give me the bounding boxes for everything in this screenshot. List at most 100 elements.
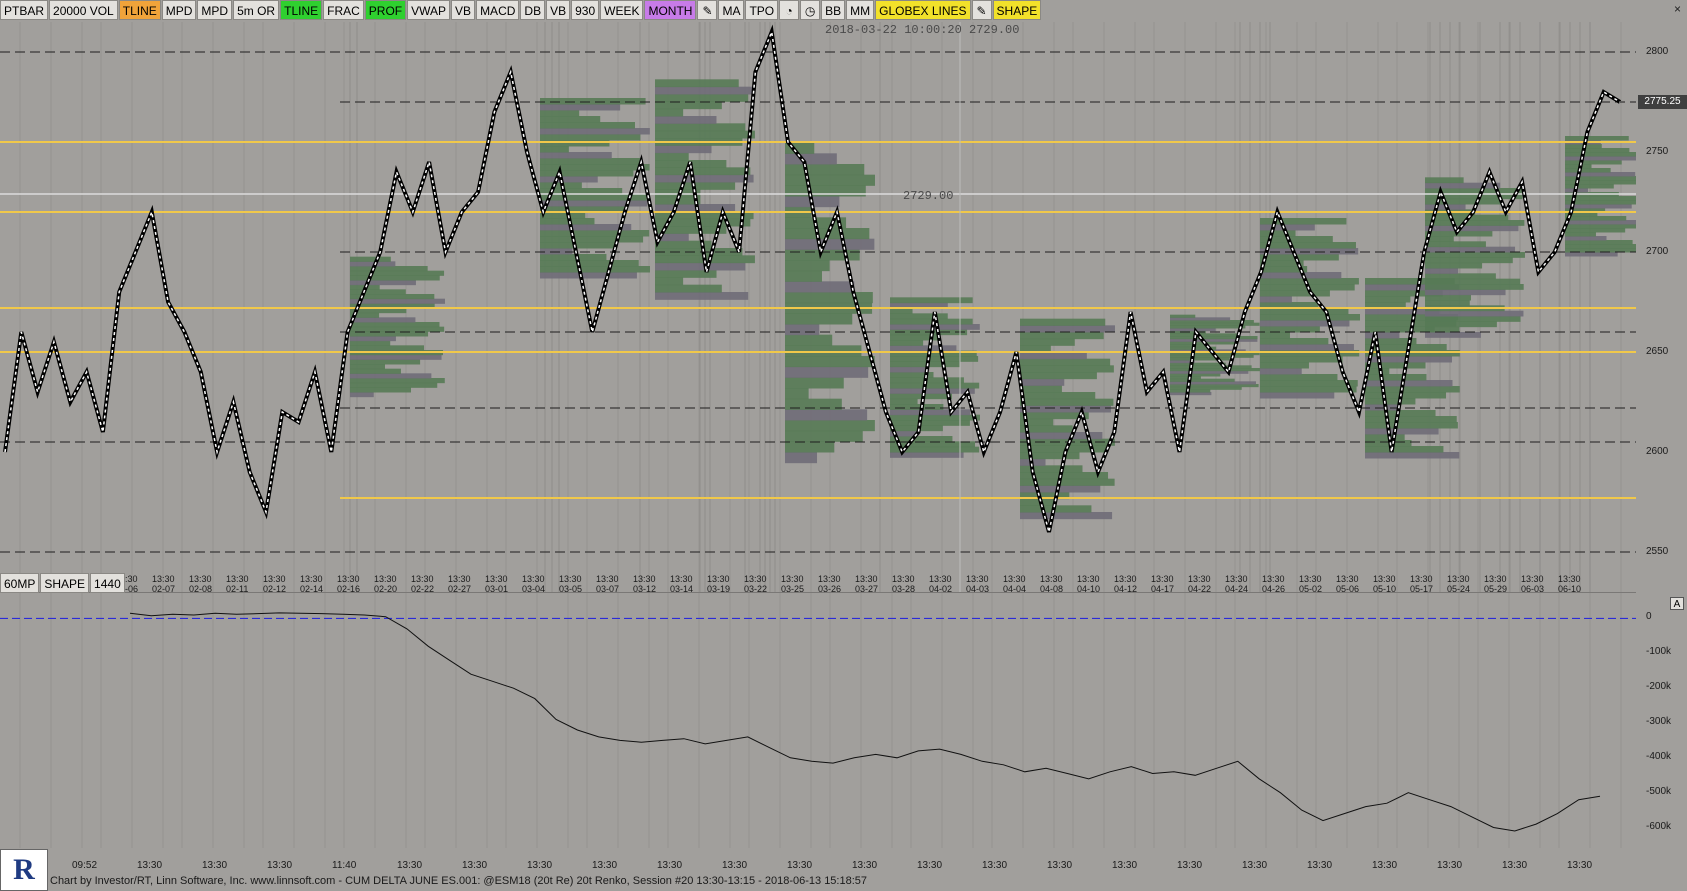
toolbar-button-5m-or[interactable]: 5m OR	[233, 0, 280, 20]
profile-bar	[1425, 262, 1483, 269]
session-date-label: 02-22	[411, 584, 434, 592]
session-time-label: 13:30	[633, 574, 656, 584]
session-date-label: 04-04	[1003, 584, 1026, 592]
pencil-icon[interactable]: ✎	[971, 0, 992, 20]
profile-bar	[1365, 386, 1460, 393]
toolbar-button-ptbar[interactable]: PTBAR	[0, 0, 49, 20]
toolbar-button-month[interactable]: MONTH	[644, 0, 697, 20]
toolbar-button-globex-lines[interactable]: GLOBEX LINES	[875, 0, 971, 20]
toolbar-button-db[interactable]: DB	[520, 0, 546, 20]
toolbar-button-mpd[interactable]: MPD	[161, 0, 197, 20]
pencil-icon[interactable]: ✎	[697, 0, 718, 20]
time-tick-label: 13:30	[852, 860, 878, 871]
toolbar-button-tline[interactable]: TLINE	[280, 0, 323, 20]
session-time-label: 13:30	[226, 574, 249, 584]
toolbar-button-shape[interactable]: SHAPE	[992, 0, 1042, 20]
toolbar-button-bb[interactable]: BB	[821, 0, 846, 20]
profile-bar	[890, 388, 975, 394]
time-axis[interactable]: 09:52 13:30 13:30 13:30 11:40 13:30 13:30 13:30…	[45, 858, 1636, 874]
session-time-label: 13:30	[1447, 574, 1470, 584]
profile-bar	[1020, 465, 1083, 473]
profile-bar	[890, 414, 980, 421]
delta-tick-label: 0	[1646, 611, 1652, 623]
profile-bar	[1365, 422, 1458, 429]
pane-marker[interactable]: A	[1670, 597, 1684, 610]
session-time-label: 13:30	[337, 574, 360, 584]
profile-bar	[1565, 136, 1629, 141]
toolbar-button-macd[interactable]: MACD	[476, 0, 520, 20]
session-time-label: 13:30	[1114, 574, 1137, 584]
session-date-label: 02-14	[300, 584, 323, 592]
delta-tick-label: -500k	[1646, 785, 1672, 797]
toolbar-button-vb[interactable]: VB	[546, 0, 571, 20]
profile-bar	[1260, 242, 1356, 249]
toolbar-button-vwap[interactable]: VWAP	[407, 0, 451, 20]
profile-bar	[350, 359, 421, 365]
profile-bar	[1565, 224, 1643, 229]
profile-bar	[1565, 148, 1630, 153]
toolbar-button-mpd[interactable]: MPD	[197, 0, 233, 20]
toolbar-button-930[interactable]: 930	[571, 0, 600, 20]
session-time-label: 13:30	[1151, 574, 1174, 584]
toolbar-button-prof[interactable]: PROF	[364, 0, 407, 20]
profile-bar	[655, 167, 751, 176]
profile-bar	[350, 275, 440, 281]
profile-bar	[1425, 177, 1464, 184]
price-tick-label: 2550	[1646, 546, 1669, 557]
toolbar-button-week[interactable]: WEEK	[600, 0, 644, 20]
profile-bar	[350, 298, 445, 304]
profile-bar	[540, 152, 612, 159]
toolbar-button-tpo[interactable]: TPO	[745, 0, 779, 20]
toolbar-button-20000-vol[interactable]: 20000 VOL	[49, 0, 118, 20]
profile-bar	[785, 238, 875, 250]
profile-bar	[1260, 338, 1329, 345]
profile-bar	[1020, 405, 1111, 413]
toolbar-button-tline[interactable]: TLINE	[118, 0, 161, 20]
profile-bar	[1020, 392, 1096, 400]
delta-axis[interactable]: 0 -100k -200k -300k -400k -500k -600k	[1636, 592, 1687, 847]
profile-bar	[540, 146, 569, 153]
session-date-label: 05-10	[1373, 584, 1396, 592]
profile-bar	[785, 174, 875, 186]
toolbar-button-vb[interactable]: VB	[451, 0, 476, 20]
profile-bar	[1260, 356, 1343, 363]
time-tick-label: 13:30	[1437, 860, 1463, 871]
price-chart-svg[interactable]: 13:3002-0613:3002-0713:3002-0813:3002-11…	[0, 22, 1645, 594]
panel-button-1440[interactable]: 1440	[90, 573, 125, 593]
crosshair-readout: 2018-03-22 10:00:20 2729.00	[825, 23, 1020, 37]
profile-bar	[1425, 257, 1513, 264]
clock-icon[interactable]: ◷	[800, 0, 821, 20]
profile-bar	[1020, 385, 1062, 393]
profile-bar	[1260, 386, 1357, 393]
panel-button-60mp[interactable]: 60MP	[0, 573, 40, 593]
toolbar-button-frac[interactable]: FRAC	[323, 0, 364, 20]
toolbar-button-mm[interactable]: MM	[846, 0, 875, 20]
time-tick-label: 13:30	[397, 860, 423, 871]
cum-delta-pane[interactable]	[0, 592, 1636, 848]
pie-icon[interactable]: ◔	[779, 0, 800, 20]
time-tick-label: 13:30	[1567, 860, 1593, 871]
profile-bar	[785, 409, 868, 421]
profile-bar	[785, 324, 820, 336]
profile-bar	[1365, 452, 1460, 459]
session-time-label: 13:30	[818, 574, 841, 584]
cum-delta-svg[interactable]	[0, 593, 1636, 848]
toolbar-button-ma[interactable]: MA	[718, 0, 745, 20]
price-chart-pane[interactable]: 13:30 02-06 13:30 02-07 13:30 02-08 13:30 02-11…	[0, 22, 1645, 594]
profile-bar	[890, 361, 961, 368]
profile-bar	[785, 345, 862, 357]
session-date-label: 06-10	[1558, 584, 1581, 592]
profile-bar	[1425, 241, 1486, 248]
time-tick-label: 13:30	[1307, 860, 1333, 871]
profile-bar	[785, 292, 873, 304]
panel-button-shape[interactable]: SHAPE	[40, 573, 90, 593]
session-date-label: 04-12	[1114, 584, 1137, 592]
profile-bar	[540, 242, 615, 249]
profile-bar	[1260, 248, 1359, 255]
profile-bar	[890, 409, 971, 416]
close-icon[interactable]: ×	[1674, 2, 1681, 16]
profile-bar	[1565, 204, 1632, 209]
profile-bar	[1365, 428, 1439, 435]
profile-bar	[1565, 156, 1642, 161]
last-price-badge: 2775.25	[1638, 94, 1687, 109]
